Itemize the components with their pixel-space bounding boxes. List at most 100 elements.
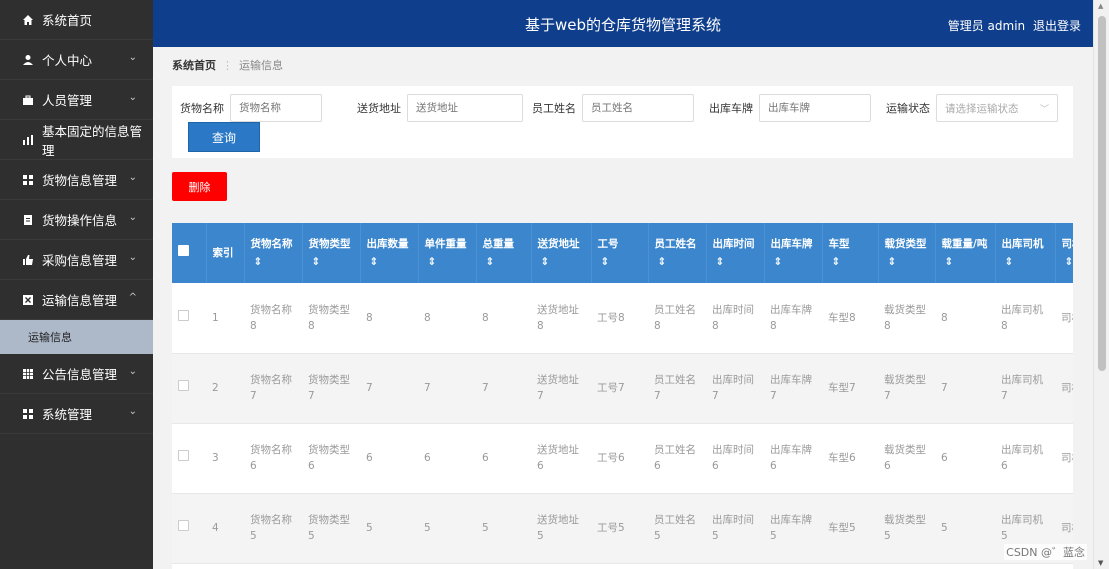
table-cell: 出库司机7 — [995, 353, 1055, 424]
employee-field: 员工姓名 — [532, 94, 694, 122]
briefcase-icon — [22, 94, 34, 106]
column-header-14[interactable]: 出库司机 ⇕ — [995, 223, 1056, 283]
column-header-label: 工号 — [597, 238, 619, 250]
column-header-15[interactable]: 司机 ⇕ — [1055, 223, 1073, 283]
column-header-4[interactable]: 单件重量 ⇕ — [418, 223, 477, 283]
sort-icon[interactable]: ⇕ — [716, 256, 725, 268]
row-checkbox[interactable] — [178, 520, 189, 531]
sidebar-item-9[interactable]: 公告信息管理 ⌄ — [0, 354, 153, 394]
sort-icon[interactable]: ⇕ — [945, 256, 954, 268]
column-header-12[interactable]: 载货类型 ⇕ — [878, 223, 936, 283]
sort-icon[interactable]: ⇕ — [888, 256, 897, 268]
row-select-cell — [172, 353, 206, 424]
status-label: 运输状态 — [886, 102, 930, 115]
scroll-up-icon[interactable]: ▲ — [1098, 2, 1103, 10]
sidebar-item-2[interactable]: 人员管理 ⌄ — [0, 80, 153, 120]
column-header-1[interactable]: 货物名称 ⇕ — [244, 223, 303, 283]
table-cell: 司机8 — [1055, 283, 1073, 354]
table-cell: 7 — [935, 353, 995, 424]
close-square-icon — [22, 294, 34, 306]
sort-icon[interactable]: ⇕ — [832, 256, 841, 268]
sort-icon[interactable]: ⇕ — [601, 256, 610, 268]
sort-icon[interactable]: ⇕ — [541, 256, 550, 268]
sidebar-item-3[interactable]: 基本固定的信息管理 — [0, 120, 153, 160]
select-all-checkbox[interactable] — [178, 245, 189, 256]
table-row[interactable]: 1 货物名称8 货物类型8 8 8 8 送货地址8 工号8 员工姓名8 出库时间8 出库车牌8 车型8… — [172, 283, 1073, 354]
sort-icon[interactable]: ⇕ — [312, 256, 321, 268]
row-checkbox[interactable] — [178, 450, 189, 461]
sidebar-item-label: 系统管理 — [42, 407, 93, 422]
table-cell: 货物名称5 — [244, 493, 302, 564]
table-cell: 员工姓名7 — [648, 353, 706, 424]
plate-input[interactable] — [759, 94, 871, 122]
table-cell: 货物名称8 — [244, 283, 302, 354]
sidebar-subitem-transport-info[interactable]: 运输信息 — [0, 320, 153, 354]
goods-name-field: 货物名称 — [180, 94, 322, 122]
column-header-13[interactable]: 载重量/吨 ⇕ — [935, 223, 996, 283]
table-row[interactable]: 3 货物名称6 货物类型6 6 6 6 送货地址6 工号6 员工姓名6 出库时间6 出库车牌6 车型6… — [172, 423, 1073, 494]
sort-icon[interactable]: ⇕ — [1065, 256, 1074, 268]
sort-icon[interactable]: ⇕ — [428, 256, 437, 268]
sidebar-item-6[interactable]: 采购信息管理 ⌄ — [0, 240, 153, 280]
index-cell: 2 — [206, 353, 244, 424]
address-input[interactable] — [407, 94, 523, 122]
table-cell: 货物类型8 — [302, 283, 360, 354]
delete-button[interactable]: 删除 — [172, 172, 227, 201]
column-header-5[interactable]: 总重量 ⇕ — [476, 223, 532, 283]
sort-icon[interactable]: ⇕ — [658, 256, 667, 268]
sidebar-item-0[interactable]: 系统首页 — [0, 0, 153, 40]
goods-name-input[interactable] — [230, 94, 322, 122]
logout-link[interactable]: 退出登录 — [1033, 19, 1081, 33]
table-cell: 8 — [476, 283, 531, 354]
column-header-label: 出库数量 — [366, 238, 409, 250]
table-cell: 员工姓名6 — [648, 423, 706, 494]
table-cell: 员工姓名8 — [648, 283, 706, 354]
scroll-down-icon[interactable]: ▼ — [1098, 559, 1103, 567]
sort-icon[interactable]: ⇕ — [370, 256, 379, 268]
table-cell: 6 — [418, 423, 476, 494]
column-header-label: 送货地址 — [537, 238, 580, 250]
scrollbar-thumb[interactable] — [1098, 16, 1106, 371]
sort-icon[interactable]: ⇕ — [254, 256, 263, 268]
chevron-down-icon: ⌄ — [128, 172, 137, 183]
employee-input[interactable] — [582, 94, 694, 122]
query-button[interactable]: 查询 — [188, 122, 260, 152]
chevron-down-icon: ⌄ — [128, 212, 137, 223]
table-cell: 送货地址8 — [531, 283, 591, 354]
chevron-down-icon: ⌄ — [128, 366, 137, 377]
column-header-label: 索引 — [212, 247, 234, 259]
column-header-3[interactable]: 出库数量 ⇕ — [360, 223, 419, 283]
sidebar-item-4[interactable]: 货物信息管理 ⌄ — [0, 160, 153, 200]
column-header-6[interactable]: 送货地址 ⇕ — [531, 223, 592, 283]
breadcrumb-home[interactable]: 系统首页 — [172, 59, 216, 72]
table-cell: 车型6 — [822, 423, 878, 494]
table-cell: 司机6 — [1055, 423, 1073, 494]
top-header: 基于web的仓库货物管理系统 管理员 admin 退出登录 — [153, 0, 1093, 47]
chevron-up-icon: ^ — [128, 292, 137, 303]
column-header-8[interactable]: 员工姓名 ⇕ — [648, 223, 707, 283]
chevron-down-icon: ﹀ — [1039, 104, 1049, 115]
sidebar-item-5[interactable]: 货物操作信息 ⌄ — [0, 200, 153, 240]
table-row[interactable]: 4 货物名称5 货物类型5 5 5 5 送货地址5 工号5 员工姓名5 出库时间5 出库车牌5 车型5… — [172, 493, 1073, 564]
status-select[interactable]: 请选择运输状态 ﹀ — [936, 94, 1058, 122]
table-cell: 5 — [360, 493, 418, 564]
sort-icon[interactable]: ⇕ — [486, 256, 495, 268]
table-cell: 工号6 — [591, 423, 648, 494]
column-header-10[interactable]: 出库车牌 ⇕ — [764, 223, 823, 283]
row-checkbox[interactable] — [178, 380, 189, 391]
sidebar-item-10[interactable]: 系统管理 ⌄ — [0, 394, 153, 434]
breadcrumb: 系统首页 ⋮ 运输信息 — [172, 57, 283, 73]
column-header-2[interactable]: 货物类型 ⇕ — [302, 223, 361, 283]
column-header-11[interactable]: 车型 ⇕ — [822, 223, 879, 283]
table-row[interactable]: 2 货物名称7 货物类型7 7 7 7 送货地址7 工号7 员工姓名7 出库时间7 出库车牌7 车型7… — [172, 353, 1073, 424]
sidebar-item-1[interactable]: 个人中心 ⌄ — [0, 40, 153, 80]
sort-icon[interactable]: ⇕ — [1005, 256, 1014, 268]
column-header-7[interactable]: 工号 ⇕ — [591, 223, 649, 283]
sidebar-item-7[interactable]: 运输信息管理 ^ — [0, 280, 153, 320]
page-scrollbar[interactable]: ▲ ▼ — [1093, 0, 1109, 569]
sort-icon[interactable]: ⇕ — [774, 256, 783, 268]
column-header-9[interactable]: 出库时间 ⇕ — [706, 223, 765, 283]
plate-label: 出库车牌 — [709, 102, 753, 115]
row-checkbox[interactable] — [178, 309, 189, 321]
table-cell: 出库时间5 — [706, 493, 764, 564]
